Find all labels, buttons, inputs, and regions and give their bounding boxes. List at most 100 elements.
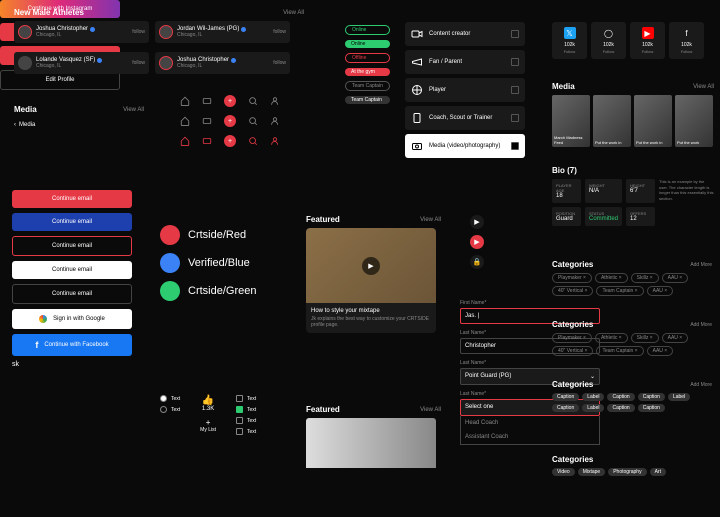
athlete-card[interactable]: Lolande Vasquez (SF) Chicago, IL follow (14, 52, 149, 74)
youtube-card[interactable]: ▶ 102k Follow (630, 22, 665, 59)
continue-email-button[interactable]: Continue email (12, 284, 132, 304)
continue-email-button[interactable]: Continue email (12, 261, 132, 279)
online-badge: Online (345, 25, 390, 35)
featured-image[interactable] (306, 418, 436, 468)
role-player[interactable]: Player (405, 78, 525, 102)
radio[interactable] (160, 395, 167, 402)
category-tag[interactable]: Skillz × (631, 273, 659, 283)
video-icon[interactable] (202, 116, 212, 126)
athlete-card[interactable]: Jordan Wil-James (PG) Chicago, IL follow (155, 21, 290, 43)
category-tag[interactable]: Team Captain × (596, 286, 643, 296)
avatar (159, 25, 173, 39)
follow-button[interactable]: follow (273, 60, 286, 66)
radio[interactable] (160, 406, 167, 413)
media-thumb[interactable]: Put the work in (634, 95, 672, 147)
category-tag[interactable]: Mixtape (578, 468, 606, 476)
megaphone-icon (411, 56, 423, 68)
category-tag[interactable]: Caption (607, 393, 634, 401)
search-icon[interactable] (248, 116, 258, 126)
category-tag[interactable]: Photography (608, 468, 646, 476)
continue-email-button[interactable]: Continue email (12, 213, 132, 231)
category-tag[interactable]: Playmaker × (552, 333, 592, 343)
checkbox[interactable] (511, 142, 519, 150)
media-nav-title: Media (14, 105, 37, 114)
category-tag[interactable]: Caption (607, 404, 634, 412)
home-icon[interactable] (180, 116, 190, 126)
category-tag[interactable]: Playmaker × (552, 273, 592, 283)
verified-icon (241, 27, 246, 32)
google-signin-button[interactable]: Sign in with Google (12, 309, 132, 329)
category-tag[interactable]: Athletic × (595, 273, 628, 283)
profile-icon[interactable] (270, 136, 280, 146)
video-icon[interactable] (202, 96, 212, 106)
video-icon[interactable] (202, 136, 212, 146)
category-tag[interactable]: Skillz × (631, 333, 659, 343)
checkbox[interactable] (236, 395, 243, 402)
profile-icon[interactable] (270, 96, 280, 106)
category-tag[interactable]: Athletic × (595, 333, 628, 343)
follow-button[interactable]: follow (132, 29, 145, 35)
play-circle-button[interactable]: ▶ (470, 235, 484, 249)
continue-email-button[interactable]: Continue email (12, 190, 132, 208)
checkbox[interactable] (511, 114, 519, 122)
category-tag[interactable]: Team Captain × (596, 346, 643, 356)
play-icon: ▶ (362, 257, 380, 275)
category-tag[interactable]: Label (668, 393, 690, 401)
thumb-up-icon[interactable]: 👍 (200, 395, 216, 406)
profile-icon[interactable] (270, 116, 280, 126)
category-tag[interactable]: Label (582, 393, 604, 401)
media-thumb[interactable]: Put the work (675, 95, 713, 147)
category-tag[interactable]: AAU × (662, 333, 689, 343)
category-tag[interactable]: Video (552, 468, 575, 476)
category-tag[interactable]: Caption (638, 404, 665, 412)
category-tag[interactable]: Caption (638, 393, 665, 401)
twitter-card[interactable]: 𝕏 102k Follow (552, 22, 587, 59)
checkbox[interactable] (511, 86, 519, 94)
role-fan-parent[interactable]: Fan / Parent (405, 50, 525, 74)
play-circle-button[interactable]: ▶ (470, 215, 484, 229)
home-icon[interactable] (180, 96, 190, 106)
athlete-card[interactable]: Joshua Christopher Chicago, IL follow (14, 21, 149, 43)
category-tag[interactable]: 40" Vertical × (552, 346, 593, 356)
media-thumb[interactable]: March Madness Feed (552, 95, 590, 147)
category-tag[interactable]: AAU × (647, 346, 674, 356)
dropdown-option[interactable]: Assistant Coach (461, 430, 599, 444)
follow-button[interactable]: follow (132, 60, 145, 66)
category-tag[interactable]: Caption (552, 404, 579, 412)
role-media[interactable]: Media (video/photography) (405, 134, 525, 158)
categories-title: Categories (552, 260, 593, 269)
add-icon[interactable]: + (224, 95, 236, 107)
add-icon[interactable]: + (224, 115, 236, 127)
role-content-creator[interactable]: Content creator (405, 22, 525, 46)
category-tag[interactable]: AAU × (647, 286, 674, 296)
media-thumb[interactable]: Put the work in (593, 95, 631, 147)
athlete-card[interactable]: Joshua Christopher Chicago, IL follow (155, 52, 290, 74)
verified-icon (231, 58, 236, 63)
category-tag[interactable]: AAU × (662, 273, 689, 283)
category-tag[interactable]: 40" Vertical × (552, 286, 593, 296)
checkbox[interactable] (236, 428, 243, 435)
checkbox[interactable] (236, 406, 243, 413)
instagram-card[interactable]: ◯ 102k Follow (591, 22, 626, 59)
category-tag[interactable]: Art (650, 468, 666, 476)
checkbox[interactable] (511, 30, 519, 38)
dropdown-option[interactable]: Head Coach (461, 416, 599, 430)
featured-video-card[interactable]: ▶ How to style your mixtape Jk explains … (306, 228, 436, 333)
home-icon[interactable] (180, 136, 190, 146)
checkbox[interactable] (236, 417, 243, 424)
search-icon[interactable] (248, 96, 258, 106)
role-coach[interactable]: Coach, Scout or Trainer (405, 106, 525, 130)
select-label: Last Name* (460, 360, 600, 366)
add-icon[interactable]: + (200, 418, 216, 427)
category-tag[interactable]: Label (582, 404, 604, 412)
facebook-button[interactable]: f Continue with Facebook (12, 334, 132, 356)
facebook-card[interactable]: f 102k Follow (669, 22, 704, 59)
add-icon[interactable]: + (224, 135, 236, 147)
checkbox[interactable] (511, 58, 519, 66)
search-icon[interactable] (248, 136, 258, 146)
follow-button[interactable]: follow (273, 29, 286, 35)
view-all-link[interactable]: View All (283, 10, 304, 16)
category-tag[interactable]: Caption (552, 393, 579, 401)
continue-email-button[interactable]: Continue email (12, 236, 132, 256)
lock-button[interactable]: 🔒 (470, 255, 484, 269)
